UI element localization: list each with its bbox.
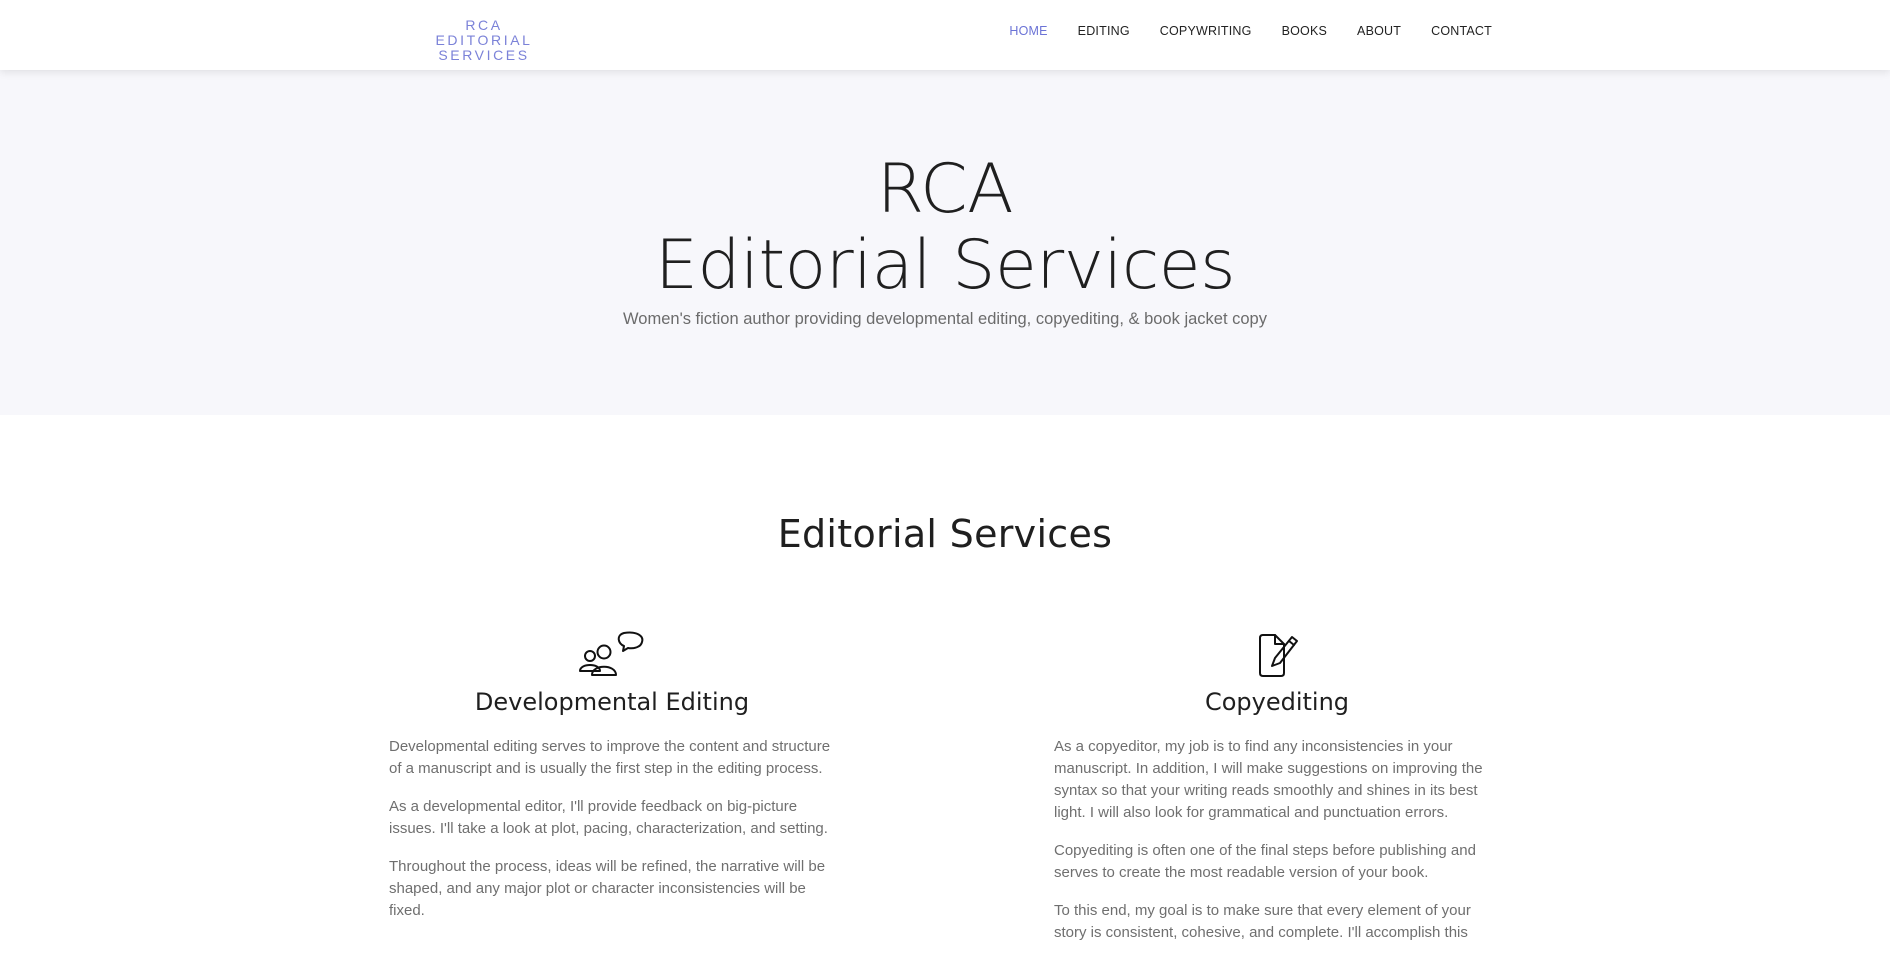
developmental-paragraph-1: Developmental editing serves to improve …: [389, 738, 831, 777]
hero-subtitle: Women's fiction author providing develop…: [623, 310, 1267, 328]
developmental-editing-heading: Developmental Editing: [474, 688, 750, 716]
brand-logo-link[interactable]: RCA EDITORIAL SERVICES: [389, 18, 579, 63]
top-navbar: RCA EDITORIAL SERVICES HOME EDITING COPY…: [0, 0, 1890, 70]
nav-link-books[interactable]: BOOKS: [1282, 24, 1327, 38]
document-pen-icon: [1242, 630, 1312, 680]
services-section-title: Editorial Services: [777, 512, 1113, 556]
hero-title: RCA Editorial Services: [0, 152, 1890, 304]
nav-link-contact[interactable]: CONTACT: [1431, 24, 1492, 38]
brand-line-2: EDITORIAL SERVICES: [435, 32, 533, 63]
developmental-paragraph-2: As a developmental editor, I'll provide …: [389, 798, 828, 837]
hero-title-line-1: RCA: [876, 150, 1014, 229]
main-nav: HOME EDITING COPYWRITING BOOKS ABOUT CON…: [979, 24, 1492, 38]
nav-link-editing[interactable]: EDITING: [1078, 24, 1130, 38]
people-chat-icon: [577, 630, 647, 680]
developmental-paragraph-3: Throughout the process, ideas will be re…: [389, 858, 826, 919]
nav-link-about[interactable]: ABOUT: [1357, 24, 1401, 38]
developmental-editing-card: Developmental Editing Developmental edit…: [389, 630, 835, 922]
nav-link-home[interactable]: HOME: [1009, 24, 1047, 38]
copyediting-heading: Copyediting: [1204, 688, 1350, 716]
hero-title-line-2: Editorial Services: [654, 226, 1236, 305]
brand-line-1: RCA: [465, 17, 503, 33]
copyediting-card: Copyediting As a copyeditor, my job is t…: [1054, 630, 1500, 944]
hero-section: RCA Editorial Services Women's fiction a…: [0, 70, 1890, 415]
nav-link-copywriting[interactable]: COPYWRITING: [1160, 24, 1252, 38]
copyediting-paragraph-1: As a copyeditor, my job is to find any i…: [1054, 738, 1483, 821]
copyediting-paragraph-2: Copyediting is often one of the final st…: [1054, 842, 1476, 881]
copyediting-paragraph-3: To this end, my goal is to make sure tha…: [1054, 902, 1471, 941]
